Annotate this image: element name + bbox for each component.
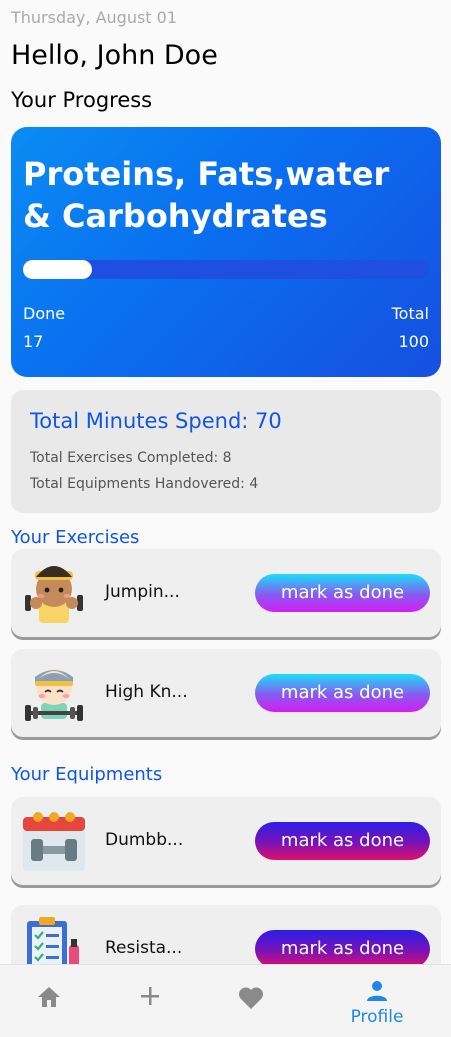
done-value: 17 <box>23 332 44 351</box>
total-value: 100 <box>398 332 429 351</box>
exercise-name: Jumpin... <box>105 582 180 602</box>
progress-bar <box>23 260 429 279</box>
done-label: Done <box>23 304 66 323</box>
exercise-avatar-icon <box>25 669 83 721</box>
exercise-name: High Kn... <box>105 682 188 702</box>
equipments-handovered: Total Equipments Handovered: 4 <box>30 476 259 492</box>
total-label: Total <box>391 304 429 323</box>
mark-as-done-button[interactable]: mark as done <box>255 930 430 964</box>
mark-as-done-button[interactable]: mark as done <box>255 674 430 712</box>
stats-card: Total Minutes Spend: 70 Total Exercises … <box>11 390 441 513</box>
add-icon <box>141 987 159 1005</box>
mark-as-done-button[interactable]: mark as done <box>255 574 430 612</box>
mark-as-done-button[interactable]: mark as done <box>255 822 430 860</box>
equipments-section-title: Your Equipments <box>11 764 163 785</box>
nav-profile-label: Profile <box>350 1007 404 1027</box>
greeting: Hello, John Doe <box>11 40 218 71</box>
exercise-card[interactable]: High Kn... mark as done <box>11 649 441 737</box>
equipment-name: Resista... <box>105 938 183 958</box>
exercises-section-title: Your Exercises <box>11 527 140 548</box>
main-scroll[interactable]: Thursday, August 01 Hello, John Doe Your… <box>0 0 451 964</box>
dumbbell-calendar-icon <box>23 812 85 871</box>
home-icon <box>38 987 60 1007</box>
nutrition-progress-card: Proteins, Fats,water & Carbohydrates Don… <box>11 127 441 377</box>
exercise-card[interactable]: Jumpin... mark as done <box>11 549 441 637</box>
nav-favorites[interactable] <box>195 965 307 1037</box>
profile-icon <box>367 981 387 1001</box>
bottom-navbar: Profile <box>0 964 451 1037</box>
nutrition-heading: Proteins, Fats,water & Carbohydrates <box>23 155 390 235</box>
exercises-completed: Total Exercises Completed: 8 <box>30 450 232 466</box>
equipment-card[interactable]: Dumbb... mark as done <box>11 797 441 885</box>
progress-bar-fill <box>23 260 93 279</box>
equipment-name: Dumbb... <box>105 830 184 850</box>
checklist-icon <box>27 917 79 964</box>
progress-title: Your Progress <box>11 88 153 112</box>
nav-home[interactable] <box>0 965 105 1037</box>
total-minutes: Total Minutes Spend: 70 <box>30 409 282 433</box>
equipment-card[interactable]: Resista... mark as done <box>11 905 441 964</box>
heart-icon <box>238 987 264 1009</box>
nav-profile[interactable]: Profile <box>321 965 433 1037</box>
exercise-avatar-icon <box>25 566 83 623</box>
date-label: Thursday, August 01 <box>11 8 178 27</box>
nav-add[interactable] <box>94 965 206 1037</box>
